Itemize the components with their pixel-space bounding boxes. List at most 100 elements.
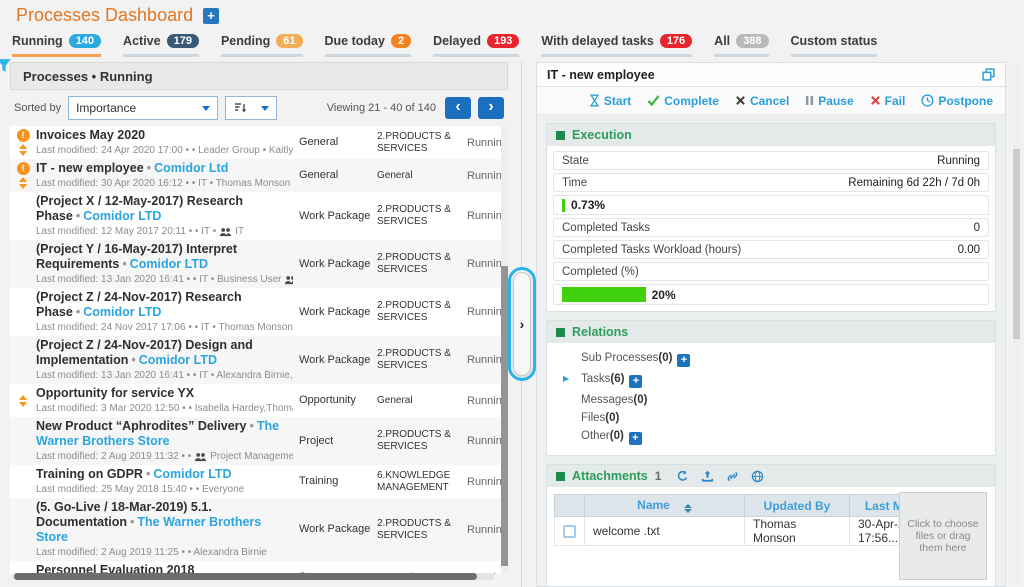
tab-label: Active bbox=[123, 34, 161, 48]
check-icon bbox=[647, 95, 660, 106]
action-fail-button[interactable]: Fail bbox=[870, 94, 906, 108]
bullet-separator: • bbox=[73, 209, 83, 223]
relation-messages[interactable]: Messages(0) bbox=[547, 391, 995, 409]
sort-field-select[interactable]: Importance bbox=[68, 96, 218, 120]
company-link[interactable]: Comidor LTD bbox=[139, 353, 217, 367]
process-type: Work Package bbox=[299, 210, 377, 223]
relation-count: (0) bbox=[605, 412, 619, 424]
process-title: Invoices May 2020 bbox=[36, 128, 293, 143]
process-row[interactable]: Training on GDPR•Comidor LTDLast modifie… bbox=[10, 465, 501, 498]
process-type: Work Package bbox=[299, 306, 377, 319]
prev-page-button[interactable]: ‹ bbox=[445, 97, 471, 119]
process-type: Work Package bbox=[299, 258, 377, 271]
refresh-icon[interactable] bbox=[676, 470, 689, 483]
add-button[interactable]: + bbox=[629, 432, 642, 445]
tab-delayed[interactable]: Delayed193 bbox=[433, 34, 519, 57]
process-row[interactable]: (5. Go-Live / 18-Mar-2019) 5.1. Document… bbox=[10, 498, 501, 561]
time-progress-label: 0.73% bbox=[571, 198, 605, 212]
bullet-separator: • bbox=[128, 353, 138, 367]
relation-tasks[interactable]: ▶Tasks(6)+ bbox=[547, 370, 995, 391]
expander-icon[interactable]: ▶ bbox=[563, 374, 569, 383]
globe-icon[interactable] bbox=[751, 470, 764, 483]
process-title: Opportunity for service YX bbox=[36, 386, 293, 401]
attach-link-icon[interactable] bbox=[726, 470, 739, 483]
company-link[interactable]: Comidor LTD bbox=[130, 257, 208, 271]
process-title-text: IT - new employee bbox=[36, 161, 144, 175]
process-row[interactable]: Opportunity for service YX Last modified:… bbox=[10, 384, 501, 417]
process-row[interactable]: !IT - new employee•Comidor LtdLast modif… bbox=[10, 159, 501, 192]
left-vertical-scrollbar[interactable] bbox=[501, 126, 508, 573]
company-link[interactable]: Comidor LTD bbox=[83, 305, 161, 319]
relation-sub-processes[interactable]: Sub Processes(0)+ bbox=[547, 349, 995, 370]
detail-title: IT - new employee bbox=[547, 68, 982, 82]
process-main: (Project Y / 16-May-2017) Interpret Requ… bbox=[36, 242, 299, 286]
add-process-button[interactable]: + bbox=[203, 8, 219, 24]
action-label: Pause bbox=[818, 94, 853, 108]
relation-other[interactable]: Other(0)+ bbox=[547, 427, 995, 448]
tab-count-badge: 193 bbox=[487, 34, 519, 48]
action-pause-button[interactable]: Pause bbox=[805, 94, 853, 108]
column-header-name[interactable]: Name bbox=[585, 495, 745, 517]
tab-all[interactable]: All388 bbox=[714, 34, 768, 57]
left-horizontal-scrollbar[interactable] bbox=[12, 573, 494, 580]
action-complete-button[interactable]: Complete bbox=[647, 94, 719, 108]
action-start-button[interactable]: Start bbox=[589, 94, 631, 108]
popout-icon[interactable] bbox=[982, 68, 995, 81]
upload-icon[interactable] bbox=[701, 470, 714, 483]
add-button[interactable]: + bbox=[677, 354, 690, 367]
tab-label: Running bbox=[12, 34, 63, 48]
tab-count-badge: 388 bbox=[736, 34, 768, 48]
company-link[interactable]: Comidor LTD bbox=[83, 209, 161, 223]
row-checkbox[interactable] bbox=[563, 525, 576, 538]
sort-field-value: Importance bbox=[76, 101, 136, 115]
relation-files[interactable]: Files(0) bbox=[547, 409, 995, 427]
sort-order-select[interactable] bbox=[225, 96, 277, 120]
attachments-body: NameUpdated ByLast Modified welcome .txt… bbox=[547, 487, 995, 586]
page-header: Processes Dashboard + bbox=[16, 5, 219, 26]
tab-due-today[interactable]: Due today2 bbox=[325, 34, 412, 57]
process-row[interactable]: (Project Z / 24-Nov-2017) Research Phase… bbox=[10, 288, 501, 336]
clock-icon bbox=[921, 94, 934, 107]
detail-content: Execution State Running Time Remaining 6… bbox=[537, 116, 1005, 586]
last-modified-text: Last modified: 25 May 2018 15:40 • • Eve… bbox=[36, 484, 244, 496]
completed-tasks-row: Completed Tasks 0 bbox=[553, 218, 989, 237]
process-category: 2.PRODUCTS & SERVICES bbox=[377, 429, 467, 453]
tab-with-delayed-tasks[interactable]: With delayed tasks176 bbox=[541, 34, 692, 57]
process-category: 2.PRODUCTS & SERVICES bbox=[377, 518, 467, 542]
right-vertical-scrollbar[interactable] bbox=[1013, 64, 1020, 585]
process-row[interactable]: !Invoices May 2020Last modified: 24 Apr … bbox=[10, 126, 501, 159]
process-category: 2.PRODUCTS & SERVICES bbox=[377, 131, 467, 155]
next-page-button[interactable]: › bbox=[478, 97, 504, 119]
process-row[interactable]: (Project X / 12-May-2017) Research Phase… bbox=[10, 192, 501, 240]
completed-progress-row: 20% bbox=[553, 284, 989, 305]
tab-active[interactable]: Active179 bbox=[123, 34, 199, 57]
last-modified-text: Last modified: 3 Mar 2020 12:50 • • Isab… bbox=[36, 403, 293, 415]
attachment-row[interactable]: welcome .txtThomas Monson30-Apr-2020 17:… bbox=[555, 517, 958, 546]
panel-collapse-handle[interactable]: › bbox=[513, 272, 531, 376]
updated-by: Thomas Monson bbox=[745, 517, 850, 546]
execution-title: Execution bbox=[572, 128, 632, 142]
process-row[interactable]: New Product “Aphrodites” Delivery•The Wa… bbox=[10, 417, 501, 465]
action-cancel-button[interactable]: Cancel bbox=[735, 94, 789, 108]
process-main: Opportunity for service YX Last modified:… bbox=[36, 386, 299, 415]
tab-running[interactable]: Running140 bbox=[12, 34, 101, 57]
add-button[interactable]: + bbox=[629, 375, 642, 388]
file-dropzone[interactable]: Click to choose files or drag them here bbox=[899, 492, 987, 580]
process-row[interactable]: (Project Y / 16-May-2017) Interpret Requ… bbox=[10, 240, 501, 288]
time-progress-fill bbox=[562, 199, 565, 212]
page-title: Processes Dashboard bbox=[16, 5, 193, 26]
time-progress-row: 0.73% bbox=[553, 195, 989, 215]
process-row[interactable]: (Project Z / 24-Nov-2017) Design and Imp… bbox=[10, 336, 501, 384]
action-postpone-button[interactable]: Postpone bbox=[921, 94, 993, 108]
process-title: (Project Y / 16-May-2017) Interpret Requ… bbox=[36, 242, 293, 272]
bullet-separator: • bbox=[246, 419, 256, 433]
process-title-text: Training on GDPR bbox=[36, 467, 143, 481]
column-header-updated-by[interactable]: Updated By bbox=[745, 495, 850, 517]
last-modified-text: Last modified: 13 Jan 2020 16:41 • • IT … bbox=[36, 274, 281, 286]
process-meta: Last modified: 30 Apr 2020 16:12 • • IT … bbox=[36, 178, 293, 190]
company-link[interactable]: Comidor Ltd bbox=[154, 161, 228, 175]
process-title: (5. Go-Live / 18-Mar-2019) 5.1. Document… bbox=[36, 500, 293, 545]
company-link[interactable]: Comidor LTD bbox=[153, 467, 231, 481]
tab-pending[interactable]: Pending61 bbox=[221, 34, 303, 57]
tab-custom-status[interactable]: Custom status bbox=[791, 34, 878, 57]
